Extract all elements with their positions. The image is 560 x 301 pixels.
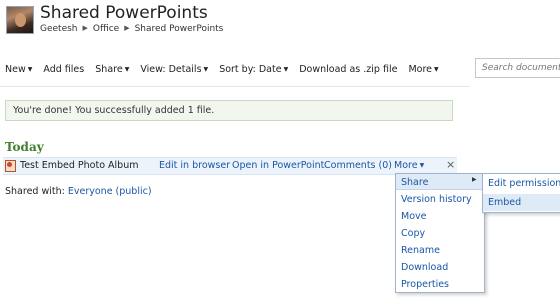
menu-item-properties[interactable]: Properties [401,279,449,290]
chevron-down-icon: ▼ [124,66,130,73]
avatar-face [15,13,26,27]
page-title: Shared PowerPoints [40,3,208,23]
add-files-button[interactable]: Add files [43,64,84,75]
breadcrumb: Geetesh ▶ Office ▶ Shared PowerPoints [40,24,223,34]
more-label: More [408,64,433,75]
sort-menu[interactable]: Sort by: Date ▼ [219,64,288,75]
submenu-item-edit-permissions[interactable]: Edit permissions [488,178,560,189]
toolbar: New ▼ Add files Share ▼ View: Details ▼ Sor… [5,64,447,75]
view-label: View: Details [140,64,202,75]
menu-item-share[interactable]: Share [401,177,428,188]
powerpoint-file-icon [5,160,16,172]
chevron-down-icon: ▼ [434,66,439,73]
divider [0,86,470,87]
edit-in-browser-link[interactable]: Edit in browser [159,160,230,171]
file-more-label: More [394,160,418,171]
breadcrumb-item-geetesh[interactable]: Geetesh [40,24,78,34]
search-input[interactable]: Search documents [475,58,560,78]
breadcrumb-item-office[interactable]: Office [93,24,119,34]
submenu-item-embed[interactable]: Embed [488,197,521,208]
menu-item-download[interactable]: Download [401,262,448,273]
powerpoint-file-icon-mark [7,162,12,167]
file-more-link[interactable]: More ▼ [394,160,424,171]
chevron-down-icon: ▼ [419,162,425,169]
sort-label: Sort by: Date [219,64,282,75]
chevron-right-icon: ▶ [472,176,477,183]
chevron-right-icon: ▶ [124,24,130,32]
success-message: You're done! You successfully added 1 fi… [5,100,453,121]
file-name-link[interactable]: Test Embed Photo Album [20,160,138,171]
share-label: Share [95,64,123,75]
chevron-down-icon: ▼ [203,66,209,73]
open-in-powerpoint-link[interactable]: Open in PowerPoint [232,160,324,171]
menu-item-rename[interactable]: Rename [401,245,440,256]
chevron-down-icon: ▼ [283,66,289,73]
menu-item-move[interactable]: Move [401,211,426,222]
section-heading: Today [5,140,44,154]
share-menu[interactable]: Share ▼ [95,64,129,75]
shared-with: Shared with: Everyone (public) [5,186,152,197]
menu-item-copy[interactable]: Copy [401,228,425,239]
new-label: New [5,64,26,75]
shared-with-label: Shared with: [5,186,65,197]
new-menu[interactable]: New ▼ [5,64,32,75]
chevron-down-icon: ▼ [27,66,33,73]
close-icon[interactable]: × [446,158,455,171]
comments-link[interactable]: Comments (0) [324,160,392,171]
breadcrumb-item-current: Shared PowerPoints [134,24,224,34]
chevron-right-icon: ▶ [82,24,88,32]
menu-item-version-history[interactable]: Version history [401,194,472,205]
download-zip-button[interactable]: Download as .zip file [299,64,397,75]
view-menu[interactable]: View: Details ▼ [140,64,208,75]
shared-with-link[interactable]: Everyone (public) [68,186,152,197]
more-menu[interactable]: More ▼ [408,64,438,75]
avatar[interactable] [6,6,34,34]
